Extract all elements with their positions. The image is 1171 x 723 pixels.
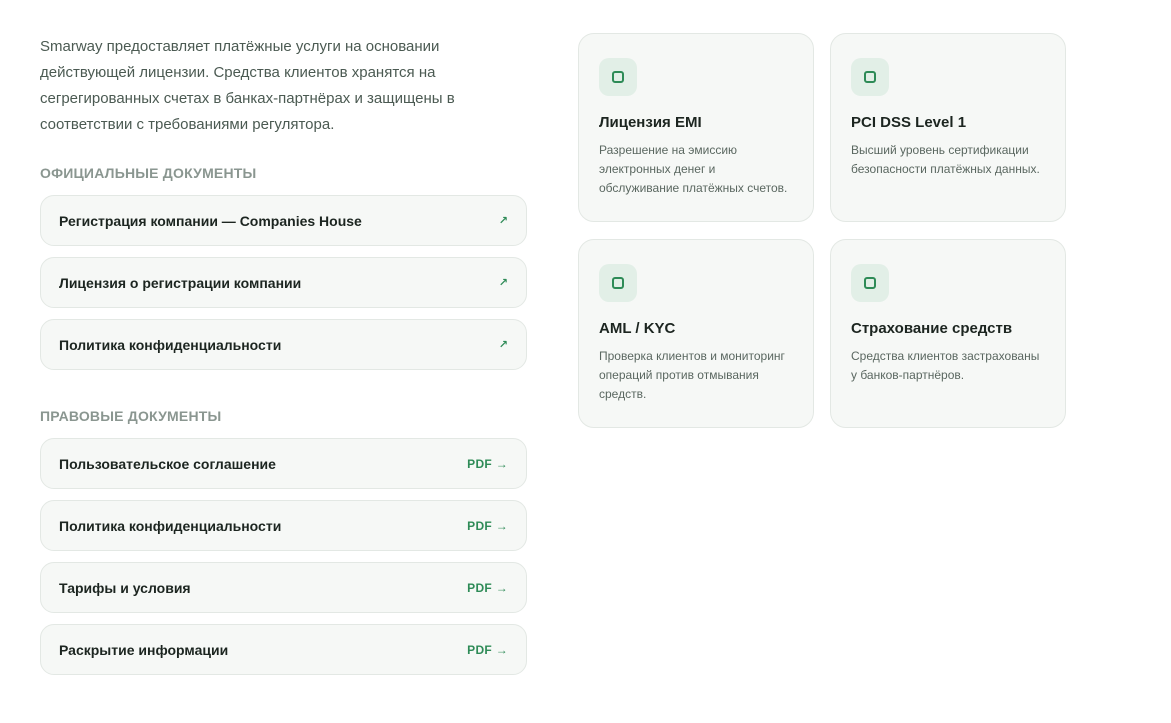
- official-docs-title: ОФИЦИАЛЬНЫЕ ДОКУМЕНТЫ: [40, 165, 257, 181]
- doc-label: Лицензия о регистрации компании: [59, 274, 302, 291]
- official-doc-row[interactable]: Политика конфиденциальности ↗: [40, 319, 527, 370]
- legal-doc-row[interactable]: Политика конфиденциальности PDF →: [40, 500, 527, 551]
- card-title: AML / KYC: [599, 320, 676, 337]
- card-title: PCI DSS Level 1: [851, 114, 967, 131]
- legal-docs-title: ПРАВОВЫЕ ДОКУМЕНТЫ: [40, 408, 222, 424]
- card-title: Страхование средств: [851, 320, 1013, 337]
- square-icon: [599, 264, 637, 302]
- card-title: Лицензия EMI: [599, 114, 702, 131]
- square-icon: [851, 264, 889, 302]
- legal-doc-row[interactable]: Пользовательское соглашение PDF →: [40, 438, 527, 489]
- square-icon: [851, 58, 889, 96]
- doc-label: Политика конфиденциальности: [59, 336, 282, 353]
- page: Smarway предоставляет платёжные услуги н…: [0, 0, 1171, 723]
- official-docs-list: Регистрация компании — Companies House ↗…: [40, 195, 527, 370]
- feature-card-emi: Лицензия EMI Разрешение на эмиссию элект…: [578, 33, 814, 222]
- pdf-link[interactable]: PDF →: [467, 457, 508, 471]
- feature-cards-grid: Лицензия EMI Разрешение на эмиссию элект…: [578, 33, 1066, 428]
- pdf-link[interactable]: PDF →: [467, 581, 508, 595]
- card-description: Разрешение на эмиссию электронных денег …: [599, 143, 788, 195]
- square-icon: [599, 58, 637, 96]
- pdf-link[interactable]: PDF →: [467, 643, 508, 657]
- external-link-icon: ↗: [498, 277, 508, 289]
- card-description: Средства клиентов застрахованы у банков-…: [851, 349, 1040, 382]
- doc-label: Раскрытие информации: [59, 641, 229, 658]
- official-doc-row[interactable]: Лицензия о регистрации компании ↗: [40, 257, 527, 308]
- legal-doc-row[interactable]: Тарифы и условия PDF →: [40, 562, 527, 613]
- intro-text: Smarway предоставляет платёжные услуги н…: [40, 38, 455, 133]
- legal-doc-row[interactable]: Раскрытие информации PDF →: [40, 624, 527, 675]
- doc-label: Регистрация компании — Companies House: [59, 212, 362, 229]
- card-description: Проверка клиентов и мониторинг операций …: [599, 349, 785, 401]
- pdf-link[interactable]: PDF →: [467, 519, 508, 533]
- doc-label: Тарифы и условия: [59, 579, 191, 596]
- legal-docs-list: Пользовательское соглашение PDF → Полити…: [40, 438, 527, 675]
- feature-card-pci: PCI DSS Level 1 Высший уровень сертифика…: [830, 33, 1066, 222]
- left-column: Smarway предоставляет платёжные услуги н…: [40, 34, 527, 686]
- external-link-icon: ↗: [498, 215, 508, 227]
- official-doc-row[interactable]: Регистрация компании — Companies House ↗: [40, 195, 527, 246]
- feature-card-insurance: Страхование средств Средства клиентов за…: [830, 239, 1066, 428]
- card-description: Высший уровень сертификации безопасности…: [851, 143, 1040, 176]
- external-link-icon: ↗: [498, 339, 508, 351]
- doc-label: Политика конфиденциальности: [59, 517, 282, 534]
- feature-card-aml: AML / KYC Проверка клиентов и мониторинг…: [578, 239, 814, 428]
- doc-label: Пользовательское соглашение: [59, 455, 276, 472]
